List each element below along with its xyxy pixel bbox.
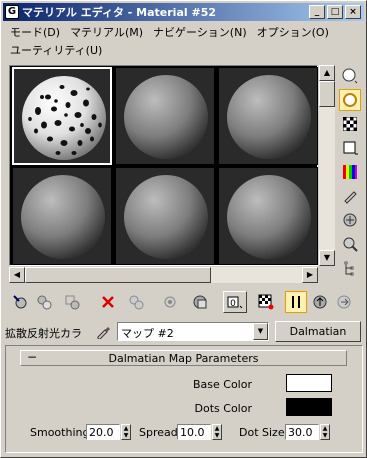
background-checker-icon[interactable]: [339, 113, 361, 135]
sample-slot-5[interactable]: [115, 167, 215, 265]
gray-sphere: [227, 175, 311, 259]
put-to-scene-icon[interactable]: [33, 291, 55, 313]
material-editor-window: G マテリアル エディタ - Material #52 _ □ × モード(D)…: [0, 0, 367, 458]
smoothing-spinner[interactable]: 20.0: [86, 424, 120, 440]
close-button[interactable]: ×: [345, 5, 361, 19]
dalmatian-sphere: [22, 76, 106, 160]
material-map-navigator-icon[interactable]: [339, 257, 361, 279]
go-forward-to-sibling-icon[interactable]: [333, 291, 355, 313]
maximize-button[interactable]: □: [327, 5, 343, 19]
parameters-panel: − Dalmatian Map Parameters Base Color Do…: [5, 345, 363, 453]
map-channel-label: 拡散反射光カラ: [5, 327, 82, 340]
minimize-button[interactable]: _: [309, 5, 325, 19]
map-name-value: マップ #2: [121, 327, 174, 340]
sample-slot-6[interactable]: [218, 167, 318, 265]
chevron-down-icon[interactable]: ▼: [253, 323, 268, 340]
options-icon[interactable]: [339, 209, 361, 231]
show-map-in-viewport-icon[interactable]: [255, 291, 277, 313]
select-by-material-icon[interactable]: [339, 233, 361, 255]
dot-size-spinner-arrows[interactable]: ▲ ▼: [320, 424, 330, 440]
dots-color-swatch[interactable]: [286, 398, 332, 416]
put-to-library-icon[interactable]: [189, 291, 211, 313]
menu-utilities[interactable]: ユーティリティ(U): [5, 42, 107, 58]
make-unique-icon[interactable]: [159, 291, 181, 313]
menu-bar: モード(D) マテリアル(M) ナビゲーション(N) オプション(O) ユーティ…: [5, 23, 364, 59]
scroll-down-button[interactable]: ▼: [319, 250, 335, 266]
smoothing-spinner-arrows[interactable]: ▲ ▼: [121, 424, 131, 440]
material-effects-channel-icon[interactable]: 0: [223, 291, 247, 313]
horizontal-scroll-thumb[interactable]: [25, 267, 211, 283]
sample-slot-3[interactable]: [218, 67, 318, 165]
menu-options[interactable]: オプション(O): [252, 24, 334, 40]
menu-navigation[interactable]: ナビゲーション(N): [148, 24, 252, 40]
gray-sphere: [124, 75, 208, 159]
scroll-up-button[interactable]: ▲: [319, 65, 335, 81]
gray-sphere: [124, 175, 208, 259]
spread-spinner-arrows[interactable]: ▲ ▼: [212, 424, 222, 440]
dots-color-label: Dots Color: [194, 402, 252, 415]
sample-type-icon[interactable]: [339, 65, 361, 87]
dot-size-spinner[interactable]: 30.0: [285, 424, 319, 440]
window-title: マテリアル エディタ - Material #52: [22, 6, 217, 19]
make-preview-icon[interactable]: [339, 185, 361, 207]
gray-sphere: [21, 175, 105, 259]
sample-uv-tiling-icon[interactable]: [339, 137, 361, 159]
rollout-header[interactable]: − Dalmatian Map Parameters: [20, 350, 347, 366]
video-color-check-icon[interactable]: [339, 161, 361, 183]
base-color-label: Base Color: [192, 378, 252, 391]
base-color-swatch[interactable]: [286, 374, 332, 392]
sample-slots-area: [9, 65, 318, 266]
main-toolbar: 0: [9, 291, 361, 313]
sample-slot-2[interactable]: [115, 67, 215, 165]
slots-vertical-scrollbar[interactable]: ▲ ▼: [319, 65, 335, 266]
scroll-right-button[interactable]: ▶: [302, 267, 318, 283]
go-to-parent-icon[interactable]: [309, 291, 331, 313]
slots-horizontal-scrollbar[interactable]: ◀ ▶: [9, 267, 318, 283]
eyedropper-icon[interactable]: [95, 323, 111, 342]
app-icon[interactable]: G: [5, 5, 19, 19]
title-bar[interactable]: G マテリアル エディタ - Material #52 _ □ ×: [3, 3, 364, 21]
show-end-result-icon[interactable]: [285, 291, 307, 313]
rollout-title: Dalmatian Map Parameters: [108, 352, 259, 365]
spread-value: 10.0: [180, 426, 205, 439]
smoothing-value: 20.0: [89, 426, 114, 439]
get-material-icon[interactable]: [9, 291, 31, 313]
backlight-icon[interactable]: [339, 89, 361, 111]
reset-map-icon[interactable]: [97, 291, 119, 313]
menu-mode[interactable]: モード(D): [5, 24, 65, 40]
spread-spinner[interactable]: 10.0: [177, 424, 211, 440]
sample-slot-4[interactable]: [12, 167, 112, 265]
make-copy-icon[interactable]: [125, 291, 147, 313]
sample-slot-1[interactable]: [12, 67, 112, 165]
map-selection-row: 拡散反射光カラ マップ #2 ▼ Dalmatian: [5, 321, 361, 343]
map-name-combo[interactable]: マップ #2 ▼: [117, 322, 269, 341]
svg-text:0: 0: [230, 299, 236, 309]
dot-size-label: Dot Size: [239, 426, 285, 439]
vertical-scroll-thumb[interactable]: [319, 81, 335, 107]
spread-label: Spread: [139, 426, 178, 439]
map-type-button[interactable]: Dalmatian: [275, 321, 361, 342]
dot-size-value: 30.0: [288, 426, 313, 439]
smoothing-label: Smoothing: [30, 426, 90, 439]
menu-material[interactable]: マテリアル(M): [65, 24, 148, 40]
scroll-left-button[interactable]: ◀: [9, 267, 25, 283]
assign-to-selection-icon[interactable]: [61, 291, 83, 313]
gray-sphere: [227, 75, 311, 159]
